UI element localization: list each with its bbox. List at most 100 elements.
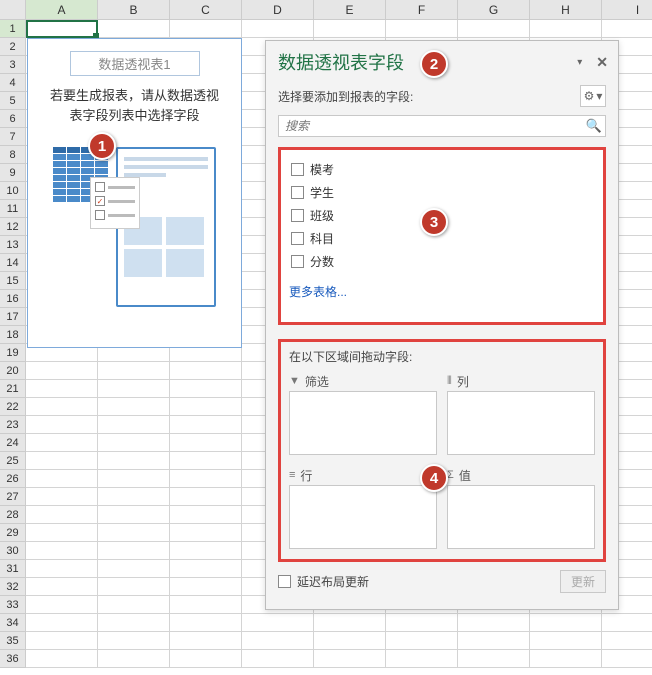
row-header[interactable]: 18 [0,326,26,344]
cell[interactable] [98,560,170,578]
cell[interactable] [170,398,242,416]
columns-area[interactable]: ⦀列 [447,371,595,455]
row-header[interactable]: 35 [0,632,26,650]
cell[interactable] [26,470,98,488]
cell[interactable] [386,614,458,632]
field-item[interactable]: 分数 [289,250,595,273]
row-header[interactable]: 20 [0,362,26,380]
close-icon[interactable]: ✕ [596,54,608,71]
rows-dropzone[interactable] [289,485,437,549]
values-area[interactable]: Σ值 [447,465,595,549]
defer-layout-checkbox[interactable] [278,575,291,588]
cell[interactable] [530,632,602,650]
checkbox[interactable] [291,186,304,199]
cell[interactable] [98,578,170,596]
cell[interactable] [602,614,652,632]
row-header[interactable]: 17 [0,308,26,326]
cell[interactable] [170,614,242,632]
row-header[interactable]: 29 [0,524,26,542]
col-header-B[interactable]: B [98,0,170,20]
cell[interactable] [602,20,652,38]
select-all-corner[interactable] [0,0,26,20]
cell[interactable] [458,20,530,38]
cell[interactable] [242,20,314,38]
cell[interactable] [26,380,98,398]
cell[interactable] [26,452,98,470]
row-header[interactable]: 24 [0,434,26,452]
cell[interactable] [170,560,242,578]
row-header[interactable]: 3 [0,56,26,74]
row-header[interactable]: 16 [0,290,26,308]
cell[interactable] [26,506,98,524]
checkbox[interactable] [291,163,304,176]
row-header[interactable]: 25 [0,452,26,470]
checkbox[interactable] [291,232,304,245]
cell[interactable] [314,20,386,38]
filter-area[interactable]: ▼筛选 [289,371,437,455]
more-tables-link[interactable]: 更多表格... [289,283,595,300]
cell[interactable] [170,416,242,434]
row-header[interactable]: 13 [0,236,26,254]
cell[interactable] [26,20,98,38]
values-dropzone[interactable] [447,485,595,549]
row-header[interactable]: 6 [0,110,26,128]
checkbox[interactable] [291,255,304,268]
cell[interactable] [170,434,242,452]
row-header[interactable]: 32 [0,578,26,596]
cell[interactable] [170,506,242,524]
cell[interactable] [98,506,170,524]
row-header[interactable]: 30 [0,542,26,560]
row-header[interactable]: 34 [0,614,26,632]
row-header[interactable]: 5 [0,92,26,110]
cell[interactable] [170,362,242,380]
filter-dropzone[interactable] [289,391,437,455]
cell[interactable] [314,632,386,650]
cell[interactable] [386,650,458,668]
col-header-G[interactable]: G [458,0,530,20]
cell[interactable] [98,470,170,488]
row-header[interactable]: 15 [0,272,26,290]
cell[interactable] [26,362,98,380]
cell[interactable] [170,542,242,560]
row-header[interactable]: 22 [0,398,26,416]
cell[interactable] [314,614,386,632]
cell[interactable] [26,560,98,578]
cell[interactable] [26,398,98,416]
cell[interactable] [26,524,98,542]
cell[interactable] [530,650,602,668]
row-header[interactable]: 27 [0,488,26,506]
cell[interactable] [26,596,98,614]
row-header[interactable]: 10 [0,182,26,200]
search-input[interactable] [278,115,606,137]
cell[interactable] [26,632,98,650]
cell[interactable] [314,650,386,668]
cell[interactable] [98,650,170,668]
field-item[interactable]: 学生 [289,181,595,204]
cell[interactable] [170,380,242,398]
cell[interactable] [458,650,530,668]
cell[interactable] [530,20,602,38]
col-header-I[interactable]: I [602,0,652,20]
cell[interactable] [26,614,98,632]
cell[interactable] [602,632,652,650]
cell[interactable] [242,614,314,632]
cell[interactable] [98,398,170,416]
row-header[interactable]: 33 [0,596,26,614]
row-header[interactable]: 23 [0,416,26,434]
col-header-E[interactable]: E [314,0,386,20]
cell[interactable] [98,596,170,614]
col-header-F[interactable]: F [386,0,458,20]
cell[interactable] [170,470,242,488]
row-header[interactable]: 11 [0,200,26,218]
cell[interactable] [98,542,170,560]
layout-options-button[interactable]: ⚙ ▾ [580,85,606,107]
cell[interactable] [386,20,458,38]
cell[interactable] [98,434,170,452]
row-header[interactable]: 2 [0,38,26,56]
row-header[interactable]: 19 [0,344,26,362]
cell[interactable] [242,632,314,650]
cell[interactable] [170,488,242,506]
cell[interactable] [170,524,242,542]
cell[interactable] [458,632,530,650]
col-header-C[interactable]: C [170,0,242,20]
